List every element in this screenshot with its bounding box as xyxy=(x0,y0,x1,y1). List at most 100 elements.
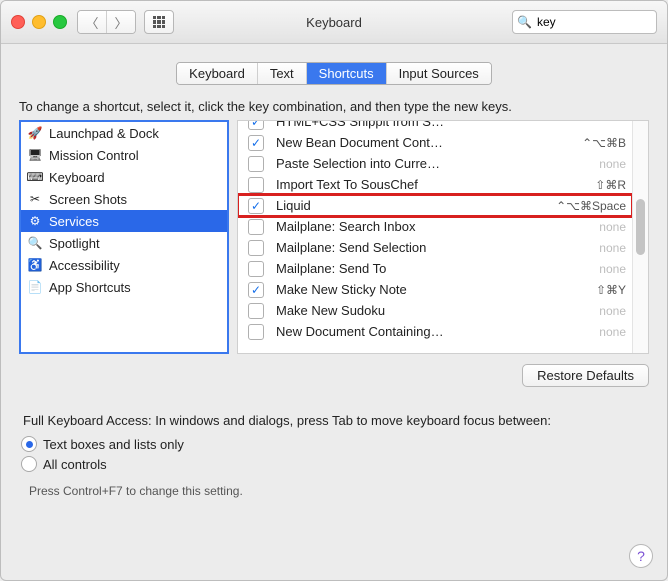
service-label: New Document Containing… xyxy=(276,324,587,339)
service-checkbox[interactable] xyxy=(248,261,264,277)
service-checkbox[interactable] xyxy=(248,121,264,130)
service-row[interactable]: Liquid ⌃⌥⌘Space xyxy=(238,195,632,216)
service-label: HTML+CSS Snippit from S… xyxy=(276,121,614,129)
service-checkbox[interactable] xyxy=(248,324,264,340)
back-button[interactable]: 〈 xyxy=(78,11,106,33)
service-checkbox[interactable] xyxy=(248,135,264,151)
service-label: Import Text To SousChef xyxy=(276,177,583,192)
service-row[interactable]: HTML+CSS Snippit from S… xyxy=(238,121,632,132)
close-icon[interactable] xyxy=(11,15,25,29)
service-checkbox[interactable] xyxy=(248,177,264,193)
forward-button[interactable]: 〉 xyxy=(106,11,135,33)
service-checkbox[interactable] xyxy=(248,156,264,172)
service-shortcut[interactable]: none xyxy=(599,241,626,255)
category-services[interactable]: ⚙ Services xyxy=(21,210,227,232)
service-checkbox[interactable] xyxy=(248,240,264,256)
keyboard-access-options: Text boxes and lists only All controls xyxy=(21,434,667,474)
category-launchpad-dock[interactable]: 🚀 Launchpad & Dock xyxy=(21,122,227,144)
category-mission-control[interactable]: 🖥Mission Control xyxy=(21,144,227,166)
radio-icon xyxy=(21,436,37,452)
window-title: Keyboard xyxy=(306,15,362,30)
category-spotlight[interactable]: 🔍 Spotlight xyxy=(21,232,227,254)
zoom-icon[interactable] xyxy=(53,15,67,29)
service-row[interactable]: New Document Containing… none xyxy=(238,321,632,342)
service-row[interactable]: New Bean Document Cont… ⌃⌥⌘B xyxy=(238,132,632,153)
service-row[interactable]: Mailplane: Send Selection none xyxy=(238,237,632,258)
service-shortcut[interactable]: none xyxy=(599,325,626,339)
search-field[interactable]: 🔍 ✕ xyxy=(512,10,657,34)
services-list[interactable]: HTML+CSS Snippit from S… New Bean Documen… xyxy=(237,120,649,354)
radio-all-controls[interactable]: All controls xyxy=(21,454,667,474)
keyboard-icon: ⌨ xyxy=(27,169,43,185)
service-row[interactable]: Paste Selection into Curre… none xyxy=(238,153,632,174)
service-checkbox[interactable] xyxy=(248,303,264,319)
category-label: Services xyxy=(49,214,99,229)
instruction-text: To change a shortcut, select it, click t… xyxy=(19,99,649,114)
tab-bar: KeyboardTextShortcutsInput Sources xyxy=(1,62,667,85)
service-shortcut[interactable]: none xyxy=(599,220,626,234)
help-button[interactable]: ? xyxy=(629,544,653,568)
service-label: Mailplane: Send To xyxy=(276,261,587,276)
mission-control-icon: 🖥 xyxy=(27,147,43,163)
service-checkbox[interactable] xyxy=(248,198,264,214)
service-shortcut[interactable]: none xyxy=(599,157,626,171)
keyboard-access-heading: Full Keyboard Access: In windows and dia… xyxy=(23,413,645,428)
restore-defaults-button[interactable]: Restore Defaults xyxy=(522,364,649,387)
launchpad-icon: 🚀 xyxy=(27,125,43,141)
service-shortcut[interactable]: ⌃⌥⌘B xyxy=(582,136,626,150)
service-row[interactable]: Mailplane: Search Inbox none xyxy=(238,216,632,237)
service-checkbox[interactable] xyxy=(248,282,264,298)
minimize-icon[interactable] xyxy=(32,15,46,29)
keyboard-access-hint: Press Control+F7 to change this setting. xyxy=(29,484,645,498)
category-label: Spotlight xyxy=(49,236,100,251)
tab-input-sources[interactable]: Input Sources xyxy=(386,63,491,84)
screenshots-icon: ✂ xyxy=(27,191,43,207)
service-shortcut[interactable]: none xyxy=(599,304,626,318)
radio-label: All controls xyxy=(43,457,107,472)
nav-buttons: 〈 〉 xyxy=(77,10,136,34)
category-label: Screen Shots xyxy=(49,192,127,207)
tab-shortcuts[interactable]: Shortcuts xyxy=(306,63,386,84)
grid-icon xyxy=(153,16,165,28)
service-shortcut[interactable]: none xyxy=(599,262,626,276)
service-row[interactable]: Mailplane: Send To none xyxy=(238,258,632,279)
category-app-shortcuts[interactable]: 📄App Shortcuts xyxy=(21,276,227,298)
window-controls xyxy=(11,15,67,29)
service-label: Make New Sudoku xyxy=(276,303,587,318)
category-label: Launchpad & Dock xyxy=(49,126,159,141)
service-row[interactable]: Make New Sudoku none xyxy=(238,300,632,321)
category-screen-shots[interactable]: ✂ Screen Shots xyxy=(21,188,227,210)
service-label: Paste Selection into Curre… xyxy=(276,156,587,171)
service-shortcut[interactable]: ⇧⌘Y xyxy=(596,283,626,297)
radio-text-boxes-and-lists-only[interactable]: Text boxes and lists only xyxy=(21,434,667,454)
service-label: Mailplane: Search Inbox xyxy=(276,219,587,234)
service-row[interactable]: Import Text To SousChef ⇧⌘R xyxy=(238,174,632,195)
titlebar: 〈 〉 Keyboard 🔍 ✕ xyxy=(1,1,667,44)
service-shortcut[interactable]: ⌃⌥⌘Space xyxy=(556,199,626,213)
spotlight-icon: 🔍 xyxy=(27,235,43,251)
radio-label: Text boxes and lists only xyxy=(43,437,184,452)
tab-keyboard[interactable]: Keyboard xyxy=(177,63,257,84)
accessibility-icon: ♿ xyxy=(27,257,43,273)
service-label: Mailplane: Send Selection xyxy=(276,240,587,255)
tab-text[interactable]: Text xyxy=(257,63,306,84)
category-accessibility[interactable]: ♿ Accessibility xyxy=(21,254,227,276)
search-icon: 🔍 xyxy=(517,15,532,29)
radio-icon xyxy=(21,456,37,472)
show-all-button[interactable] xyxy=(144,10,174,34)
service-shortcut[interactable]: ⇧⌘R xyxy=(595,178,626,192)
search-input[interactable] xyxy=(535,14,668,30)
service-label: Liquid xyxy=(276,198,544,213)
scrollbar[interactable] xyxy=(632,121,648,353)
category-label: Keyboard xyxy=(49,170,105,185)
scroll-thumb[interactable] xyxy=(636,199,645,255)
category-label: Accessibility xyxy=(49,258,120,273)
services-icon: ⚙ xyxy=(27,213,43,229)
service-checkbox[interactable] xyxy=(248,219,264,235)
service-row[interactable]: Make New Sticky Note⇧⌘Y xyxy=(238,279,632,300)
shortcut-panes: 🚀 Launchpad & Dock 🖥Mission Control ⌨ Keyboa… xyxy=(19,120,649,354)
service-label: New Bean Document Cont… xyxy=(276,135,570,150)
category-keyboard[interactable]: ⌨ Keyboard xyxy=(21,166,227,188)
category-list[interactable]: 🚀 Launchpad & Dock 🖥Mission Control ⌨ Keyboa… xyxy=(19,120,229,354)
category-label: App Shortcuts xyxy=(49,280,131,295)
